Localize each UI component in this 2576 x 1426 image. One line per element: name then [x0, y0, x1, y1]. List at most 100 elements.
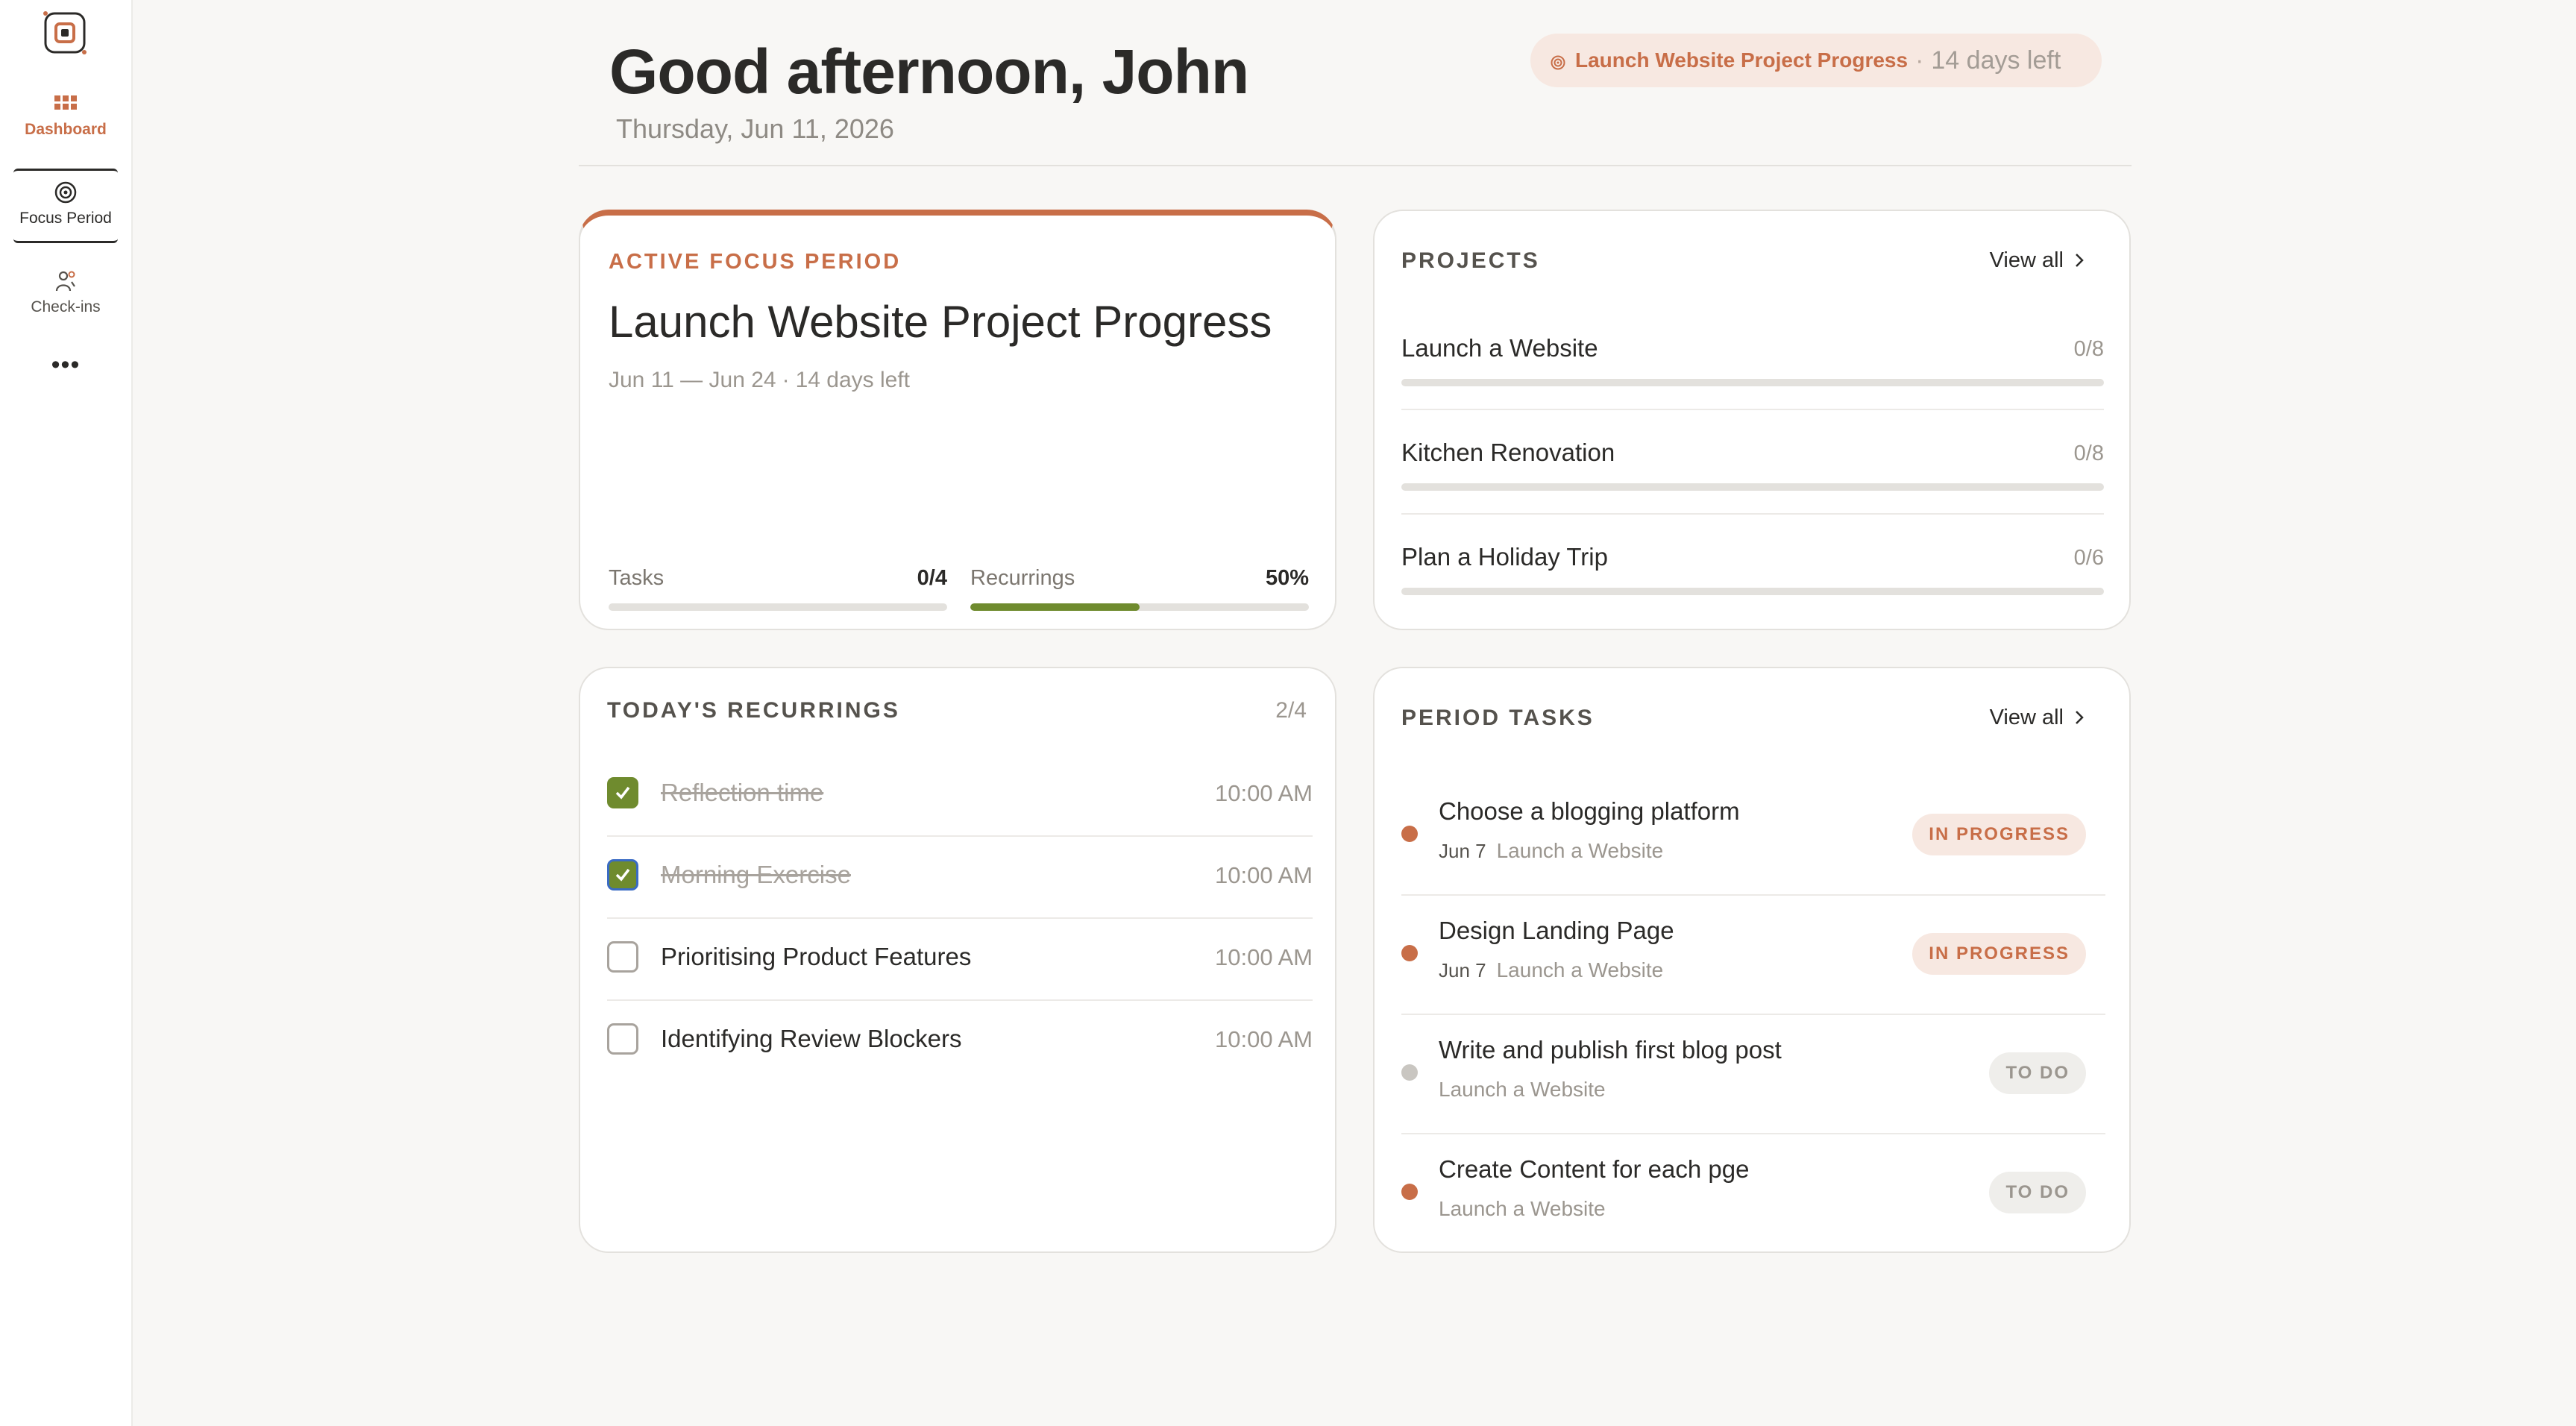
- focus-range: Jun 11 — Jun 24 · 14 days left: [609, 368, 910, 393]
- task-name: Create Content for each pge: [1439, 1155, 1750, 1183]
- task-date: Jun 7: [1439, 840, 1486, 862]
- people-icon: [53, 268, 78, 294]
- recurring-time: 10:00 AM: [1215, 1026, 1313, 1052]
- sidebar-item-check-ins[interactable]: Check-ins: [13, 268, 118, 322]
- recurring-name: Prioritising Product Features: [661, 943, 972, 970]
- task-row[interactable]: Choose a blogging platform Jun 7 Launch a…: [1401, 784, 2105, 903]
- metric-value: 0/4: [917, 566, 947, 590]
- more-icon[interactable]: •••: [13, 351, 118, 380]
- sidebar-item-label: Focus Period: [19, 210, 112, 227]
- project-name: Kitchen Renovation: [1401, 439, 1615, 466]
- progress-bar: [1401, 483, 2104, 491]
- target-icon: [53, 180, 78, 205]
- sidebar-item-label: Dashboard: [25, 121, 107, 138]
- progress-fill: [970, 603, 1140, 611]
- task-name: Design Landing Page: [1439, 917, 1674, 944]
- recurring-time: 10:00 AM: [1215, 862, 1313, 888]
- task-meta: Jun 7 Launch a Website: [1439, 958, 1663, 982]
- focus-pill-days-left: 14 days left: [1931, 45, 2061, 75]
- recurrings-count: 2/4: [1275, 698, 1307, 723]
- section-title: PERIOD TASKS: [1401, 706, 1595, 730]
- view-all-label: View all: [1989, 706, 2064, 729]
- recurring-name: Identifying Review Blockers: [661, 1025, 962, 1052]
- project-count: 0/8: [2073, 337, 2104, 361]
- status-badge: TO DO: [1989, 1172, 2086, 1213]
- active-focus-card[interactable]: ACTIVE FOCUS PERIOD Launch Website Proje…: [579, 210, 1336, 630]
- focus-pill-name: Launch Website Project Progress: [1575, 48, 1909, 72]
- project-name: Plan a Holiday Trip: [1401, 543, 1608, 571]
- chevron-right-icon: [2074, 707, 2085, 724]
- section-title: TODAY'S RECURRINGS: [607, 698, 900, 723]
- focus-title: Launch Website Project Progress: [609, 297, 1272, 347]
- divider: [1401, 894, 2105, 896]
- divider: [1401, 1014, 2105, 1015]
- project-name: Launch a Website: [1401, 334, 1598, 362]
- projects-view-all-link[interactable]: View all: [1990, 248, 2085, 273]
- recurring-name: Reflection time: [661, 779, 824, 806]
- sidebar-item-focus-period[interactable]: Focus Period: [13, 169, 118, 243]
- recurrings-card: TODAY'S RECURRINGS 2/4 Reflection time 1…: [579, 667, 1336, 1253]
- progress-bar: [1401, 379, 2104, 386]
- tasks-view-all-link[interactable]: View all: [1990, 706, 2085, 730]
- task-project: Launch a Website: [1439, 1197, 1606, 1220]
- section-label: ACTIVE FOCUS PERIOD: [609, 250, 902, 274]
- task-project: Launch a Website: [1496, 958, 1664, 981]
- checkmark-icon: [615, 868, 630, 882]
- focus-pill-separator: ·: [1915, 45, 1924, 75]
- range-separator: ·: [782, 368, 790, 392]
- chevron-right-icon: [2074, 250, 2085, 267]
- status-dot: [1401, 1064, 1418, 1081]
- page-title: Good afternoon, John: [609, 37, 1249, 107]
- recurring-row: Prioritising Product Features 10:00 AM: [607, 929, 1313, 1011]
- task-row[interactable]: Design Landing Page Jun 7 Launch a Websit…: [1401, 903, 2105, 1023]
- project-count: 0/8: [2073, 442, 2104, 465]
- task-name: Write and publish first blog post: [1439, 1036, 1782, 1064]
- status-dot: [1401, 826, 1418, 842]
- metric-label: Tasks: [609, 566, 665, 590]
- task-project: Launch a Website: [1439, 1078, 1606, 1101]
- focus-period-pill[interactable]: Launch Website Project Progress · 14 day…: [1530, 34, 2102, 87]
- checkmark-icon: [615, 786, 630, 800]
- progress-bar: [609, 603, 947, 611]
- task-meta: Launch a Website: [1439, 1197, 1606, 1221]
- divider: [1401, 1133, 2105, 1134]
- status-dot: [1401, 945, 1418, 961]
- task-row[interactable]: Write and publish first blog post Launch…: [1401, 1023, 2105, 1142]
- divider: [1401, 409, 2104, 410]
- target-icon: [1550, 52, 1566, 70]
- status-badge: IN PROGRESS: [1912, 814, 2086, 855]
- recurring-time: 10:00 AM: [1215, 944, 1313, 970]
- sidebar-item-dashboard[interactable]: Dashboard: [13, 91, 118, 143]
- view-all-label: View all: [1989, 248, 2064, 272]
- sidebar: Dashboard Focus Period Check-ins •••: [0, 0, 133, 1426]
- recurring-name: Morning Exercise: [661, 861, 851, 888]
- task-meta: Jun 7 Launch a Website: [1439, 839, 1663, 863]
- recurring-checkbox[interactable]: [607, 777, 638, 808]
- focus-date-range: Jun 11 — Jun 24: [609, 368, 776, 392]
- project-count: 0/6: [2073, 546, 2104, 570]
- projects-card: PROJECTS View all Launch a Website 0/8 K…: [1373, 210, 2131, 630]
- task-date: Jun 7: [1439, 959, 1486, 981]
- status-badge: IN PROGRESS: [1912, 933, 2086, 975]
- progress-bar: [970, 603, 1309, 611]
- divider: [607, 835, 1313, 837]
- focus-days-left: 14 days left: [795, 368, 911, 392]
- current-date: Thursday, Jun 11, 2026: [616, 113, 894, 144]
- status-dot: [1401, 1184, 1418, 1200]
- period-tasks-card: PERIOD TASKS View all Choose a blogging …: [1373, 667, 2131, 1253]
- task-row[interactable]: Create Content for each pge Launch a Web…: [1401, 1142, 2105, 1239]
- recurring-row: Reflection time 10:00 AM: [607, 765, 1313, 847]
- app-logo[interactable]: [43, 11, 87, 54]
- recurring-row: Morning Exercise 10:00 AM: [607, 847, 1313, 929]
- project-row[interactable]: Plan a Holiday Trip 0/6: [1401, 543, 2104, 603]
- recurring-checkbox[interactable]: [607, 941, 638, 973]
- task-name: Choose a blogging platform: [1439, 797, 1740, 825]
- project-row[interactable]: Kitchen Renovation 0/8: [1401, 439, 2104, 543]
- project-row[interactable]: Launch a Website 0/8: [1401, 334, 2104, 439]
- sidebar-item-label: Check-ins: [31, 298, 101, 315]
- divider: [607, 917, 1313, 919]
- status-badge: TO DO: [1989, 1052, 2086, 1094]
- recurring-checkbox[interactable]: [607, 1023, 638, 1055]
- task-meta: Launch a Website: [1439, 1078, 1606, 1102]
- recurring-checkbox[interactable]: [607, 859, 638, 891]
